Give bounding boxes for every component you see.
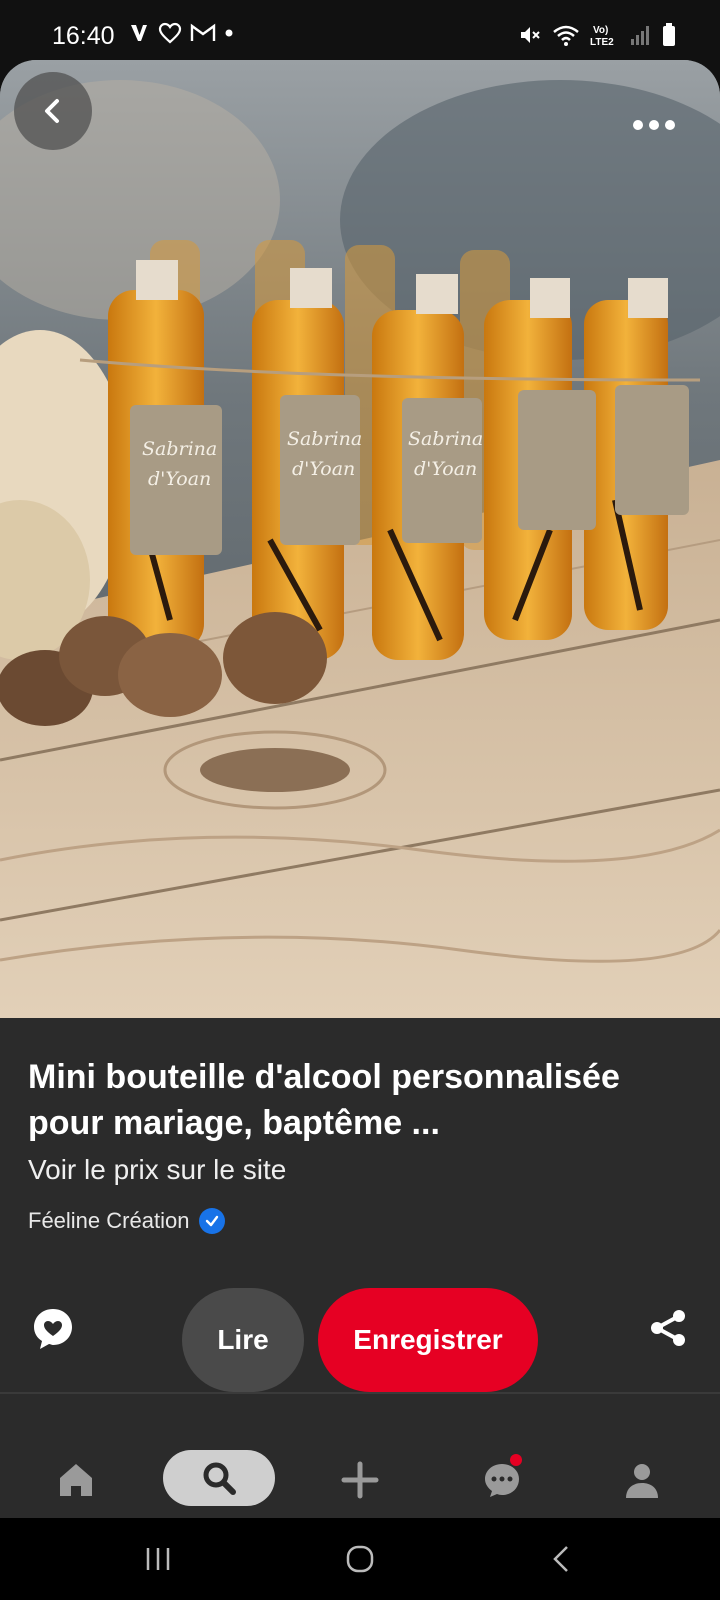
comment-button[interactable] [30, 1306, 76, 1352]
v-app-icon [131, 25, 147, 41]
nav-search[interactable] [163, 1450, 275, 1506]
status-time: 16:40 [52, 22, 115, 50]
back-button[interactable] [14, 72, 92, 150]
nav-home[interactable] [48, 1452, 104, 1508]
status-notification-icons [128, 22, 234, 44]
svg-text:d'Yoan: d'Yoan [292, 458, 355, 480]
plus-icon [341, 1461, 379, 1499]
back-system-button[interactable] [532, 1538, 592, 1580]
notification-dot [510, 1454, 522, 1466]
home-icon [60, 1464, 92, 1496]
home-circle-icon [346, 1545, 374, 1573]
signal-icon [631, 26, 649, 45]
svg-text:d'Yoan: d'Yoan [414, 458, 477, 480]
comment-heart-icon [34, 1309, 72, 1349]
nav-messages[interactable] [474, 1452, 530, 1508]
svg-text:Vo): Vo) [593, 25, 608, 36]
svg-text:Sabrina: Sabrina [408, 428, 483, 450]
action-bar: Lire Enregistrer [0, 1268, 720, 1392]
svg-text:Sabrina: Sabrina [287, 428, 362, 450]
divider [0, 1392, 720, 1394]
battery-icon [663, 23, 675, 46]
recent-apps-icon [146, 1548, 170, 1570]
gmail-icon [190, 23, 216, 41]
svg-text:LTE2: LTE2 [590, 37, 614, 48]
verified-badge-icon [199, 1208, 226, 1234]
share-button[interactable] [648, 1308, 688, 1348]
status-bar: 16:40 Vo) LTE2 [0, 0, 720, 64]
volte-icon: Vo)LTE2 [590, 25, 614, 48]
svg-text:Sabrina: Sabrina [142, 438, 217, 460]
wifi-icon [553, 25, 579, 46]
pin-image[interactable]: Sabrina d'Yoan Sabrina d'Yoan Sabrina d'… [0, 60, 720, 1020]
more-dots-icon [633, 120, 675, 130]
search-icon [203, 1462, 236, 1495]
status-system-icons: Vo) LTE2 [518, 22, 676, 48]
svg-text:d'Yoan: d'Yoan [148, 468, 211, 490]
home-system-button[interactable] [330, 1538, 390, 1580]
pin-details-panel: Mini bouteille d'alcool personnalisée po… [0, 1018, 720, 1440]
read-button[interactable]: Lire [182, 1288, 304, 1392]
pin-title: Mini bouteille d'alcool personnalisée po… [28, 1058, 620, 1142]
profile-icon [626, 1464, 658, 1498]
creator-name[interactable]: Féeline Création [28, 1208, 189, 1234]
creator-row[interactable]: Féeline Création [28, 1208, 226, 1234]
mute-icon [521, 27, 540, 43]
price-link[interactable]: Voir le prix sur le site [28, 1154, 286, 1186]
system-navigation-bar [0, 1518, 720, 1600]
nav-create[interactable] [332, 1452, 388, 1508]
save-button[interactable]: Enregistrer [318, 1288, 538, 1392]
back-chevron-icon [553, 1546, 568, 1572]
pin-photo: Sabrina d'Yoan Sabrina d'Yoan Sabrina d'… [0, 60, 720, 1020]
heart-outline-icon [158, 22, 182, 44]
chat-icon [485, 1464, 519, 1497]
dot-icon [225, 29, 233, 37]
chevron-left-icon [45, 99, 59, 123]
more-options-button[interactable] [624, 110, 684, 140]
share-icon [651, 1310, 685, 1346]
bottom-navigation [0, 1440, 720, 1518]
nav-profile[interactable] [614, 1452, 670, 1508]
recent-apps-button[interactable] [128, 1538, 188, 1580]
